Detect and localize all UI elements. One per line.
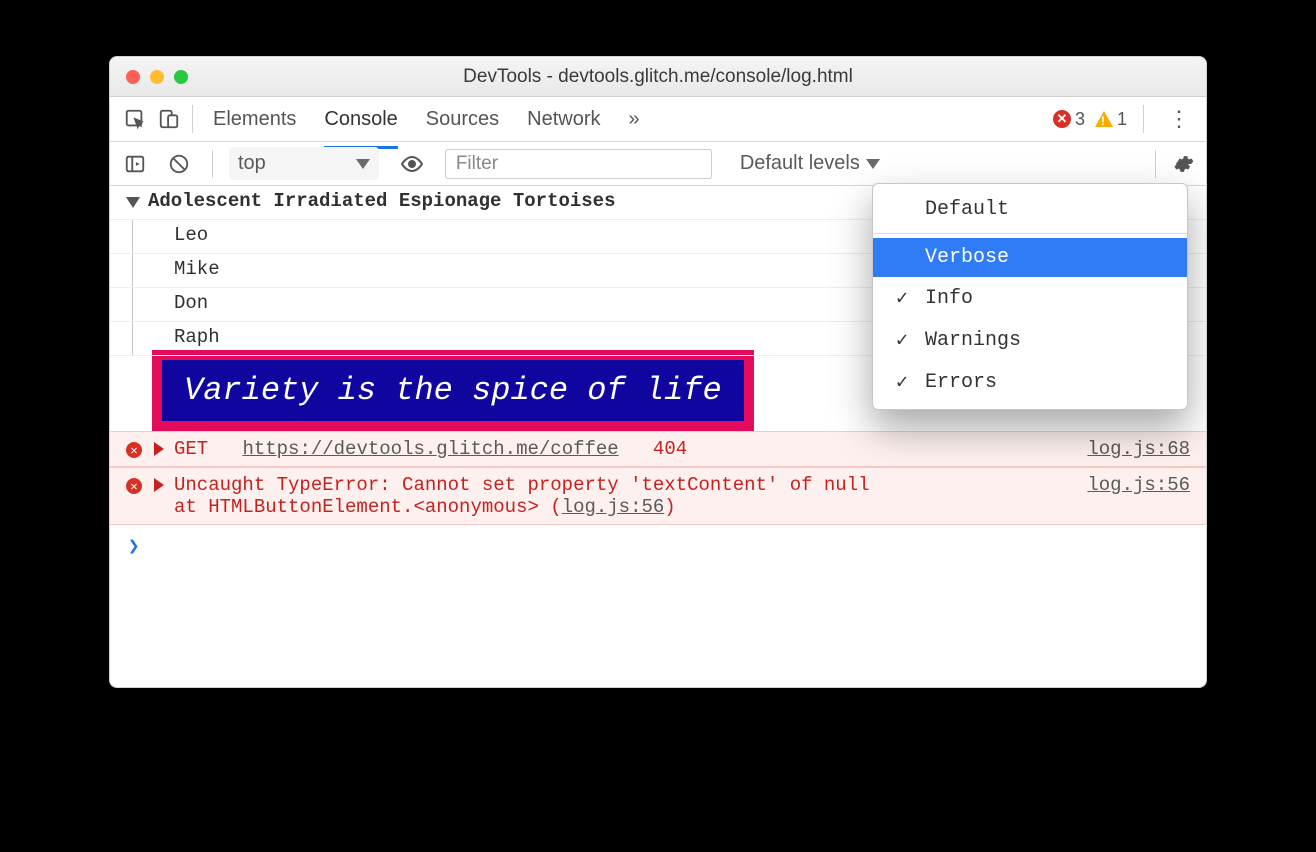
warning-icon: [1095, 111, 1113, 127]
toolbar-separator: [192, 105, 193, 133]
error-badge[interactable]: ✕ 3: [1053, 109, 1085, 130]
check-icon: ✓: [893, 285, 911, 311]
tab-network[interactable]: Network: [527, 100, 600, 139]
panel-tabs: Elements Console Sources Network »: [213, 100, 1053, 139]
context-label: top: [238, 152, 266, 175]
close-window-button[interactable]: [126, 70, 140, 84]
titlebar: DevTools - devtools.glitch.me/console/lo…: [110, 57, 1206, 97]
more-options-icon[interactable]: ⋮: [1168, 106, 1190, 132]
error-text: Uncaught TypeError: Cannot set property …: [174, 474, 1087, 518]
disclosure-right-icon: [154, 442, 164, 456]
network-error-row[interactable]: ✕ GET https://devtools.glitch.me/coffee …: [110, 431, 1206, 467]
error-icon: ✕: [1053, 110, 1071, 128]
levels-option-default[interactable]: Default: [873, 190, 1187, 229]
toolbar-separator: [1143, 105, 1144, 133]
error-text: GET https://devtools.glitch.me/coffee 40…: [174, 438, 1087, 460]
error-icon: ✕: [126, 478, 142, 494]
log-levels-selector[interactable]: Default levels: [740, 152, 880, 175]
levels-option-info[interactable]: ✓ Info: [873, 277, 1187, 319]
check-icon: ✓: [893, 327, 911, 353]
window-controls: [126, 70, 188, 84]
chevron-down-icon: [356, 159, 370, 169]
js-error-row[interactable]: ✕ Uncaught TypeError: Cannot set propert…: [110, 467, 1206, 525]
execution-context-selector[interactable]: top: [229, 147, 379, 180]
disclosure-right-icon: [154, 478, 164, 492]
minimize-window-button[interactable]: [150, 70, 164, 84]
levels-label: Default levels: [740, 152, 860, 175]
toolbar-separator: [212, 150, 213, 178]
main-toolbar: Elements Console Sources Network » ✕ 3 1…: [110, 97, 1206, 142]
group-title: Adolescent Irradiated Espionage Tortoise…: [148, 190, 615, 212]
tab-elements[interactable]: Elements: [213, 100, 296, 139]
log-levels-menu: Default Verbose ✓ Info ✓ Warnings ✓ Erro…: [872, 183, 1188, 410]
toolbar-separator: [1155, 150, 1156, 178]
chevron-down-icon: [866, 159, 880, 169]
error-source-link[interactable]: log.js:56: [1087, 474, 1190, 496]
menu-separator: [873, 233, 1187, 234]
clear-console-icon[interactable]: [162, 147, 196, 181]
error-icon: ✕: [126, 442, 142, 458]
console-log-pane: Adolescent Irradiated Espionage Tortoise…: [110, 186, 1206, 567]
levels-option-warnings[interactable]: ✓ Warnings: [873, 319, 1187, 361]
levels-option-verbose[interactable]: Verbose: [873, 238, 1187, 277]
devtools-window: DevTools - devtools.glitch.me/console/lo…: [109, 56, 1207, 688]
window-title: DevTools - devtools.glitch.me/console/lo…: [110, 66, 1206, 88]
error-count: 3: [1075, 109, 1085, 130]
stack-link[interactable]: log.js:56: [562, 496, 665, 518]
status-badges: ✕ 3 1 ⋮: [1053, 105, 1198, 133]
show-console-sidebar-icon[interactable]: [118, 147, 152, 181]
zoom-window-button[interactable]: [174, 70, 188, 84]
error-url[interactable]: https://devtools.glitch.me/coffee: [242, 438, 618, 460]
levels-option-errors[interactable]: ✓ Errors: [873, 361, 1187, 403]
warning-count: 1: [1117, 109, 1127, 130]
check-icon: ✓: [893, 369, 911, 395]
disclosure-triangle-icon: [126, 197, 140, 208]
console-prompt[interactable]: ❯: [110, 525, 1206, 567]
tab-sources[interactable]: Sources: [426, 100, 499, 139]
error-source-link[interactable]: log.js:68: [1087, 438, 1190, 460]
inspect-element-icon[interactable]: [118, 102, 152, 136]
warning-badge[interactable]: 1: [1095, 109, 1127, 130]
filter-input[interactable]: [445, 149, 712, 179]
tabs-overflow[interactable]: »: [629, 100, 640, 139]
tab-console[interactable]: Console: [324, 100, 397, 139]
live-expression-icon[interactable]: [395, 147, 429, 181]
device-toolbar-icon[interactable]: [152, 102, 186, 136]
styled-log-message: Variety is the spice of life: [162, 360, 744, 421]
settings-icon[interactable]: [1172, 153, 1194, 175]
console-toolbar: top Default levels: [110, 142, 1206, 186]
